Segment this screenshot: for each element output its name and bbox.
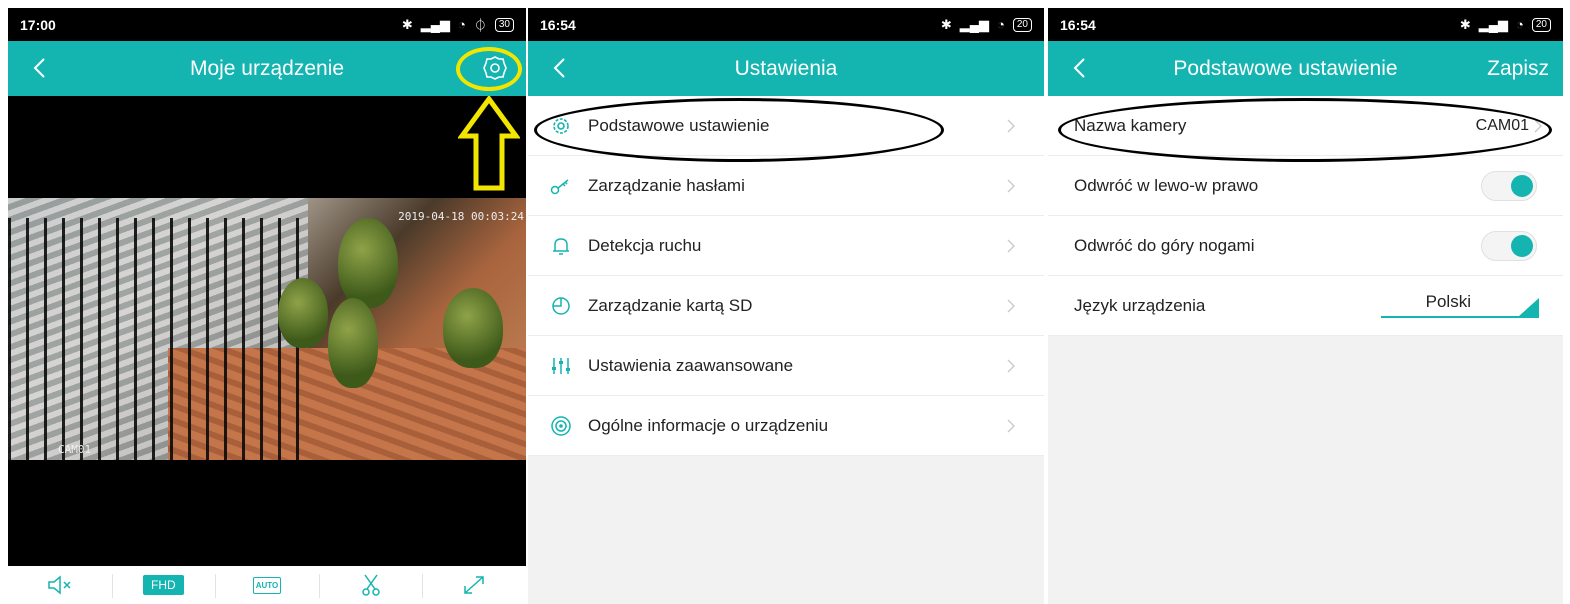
player-controls: FHD AUTO [8, 566, 526, 604]
status-bar: 16:54 ✱ ▂▄▆ ◔ 20 [1048, 8, 1563, 41]
snapshot-button[interactable] [318, 566, 423, 604]
bluetooth-icon: ✱ [940, 16, 952, 32]
auto-button[interactable]: AUTO [215, 566, 319, 604]
screen-settings: 16:54 ✱ ▂▄▆ ◔ 20 Ustawienia Podstawowe u… [528, 8, 1044, 604]
scissors-icon [361, 574, 380, 596]
chevron-right-icon [1007, 119, 1015, 133]
page-title: Moje urządzenie [189, 56, 345, 80]
info-icon [550, 415, 572, 437]
speaker-mute-icon [48, 575, 71, 595]
signal-icon: ▂▄▆ [1478, 16, 1509, 32]
wifi-icon: ◔ [1516, 17, 1524, 32]
title-bar: Moje urządzenie [8, 41, 526, 96]
quality-button[interactable]: FHD [111, 566, 216, 604]
annotation-black-ellipse [1058, 98, 1552, 162]
dropdown-triangle-icon [1519, 298, 1539, 316]
menu-item-label: Zarządzanie hasłami [588, 175, 745, 195]
back-icon[interactable] [550, 57, 572, 79]
flip-vertical-row: Odwróć do góry nogami [1048, 216, 1563, 276]
screen-basic-settings: 16:54 ✱ ▂▄▆ ◔ 20 Podstawowe ustawienie Z… [1048, 8, 1563, 604]
flip-vertical-toggle[interactable] [1481, 230, 1537, 261]
screen-device-view: 17:00 ✱ ▂▄▆ ◔ ⏀ 30 Moje urządzenie 2019-… [8, 8, 526, 604]
flip-horizontal-row: Odwróć w lewo-w prawo [1048, 156, 1563, 216]
chevron-right-icon [1007, 239, 1015, 253]
status-icons: ✱ ▂▄▆ ◔ ⏀ 30 [402, 15, 514, 34]
video-area: 2019-04-18 00:03:24 CAM01 [8, 96, 526, 566]
device-language-label: Język urządzenia [1074, 295, 1206, 315]
flip-vertical-label: Odwróć do góry nogami [1074, 235, 1255, 255]
auto-badge: AUTO [252, 576, 282, 594]
battery-icon: 20 [1531, 17, 1551, 32]
bell-icon [550, 235, 572, 257]
menu-item-advanced-settings[interactable]: Ustawienia zaawansowane [528, 336, 1044, 396]
status-time: 16:54 [1060, 16, 1096, 33]
menu-item-label: Ogólne informacje o urządzeniu [588, 415, 829, 435]
annotation-yellow-ellipse [456, 47, 522, 91]
status-time: 17:00 [20, 16, 56, 33]
key-icon [550, 175, 572, 197]
sd-card-icon [550, 295, 572, 317]
mute-button[interactable] [8, 566, 112, 604]
bluetooth-icon: ✱ [1459, 16, 1471, 32]
wifi-icon: ◔ [997, 17, 1005, 32]
save-button[interactable]: Zapisz [1487, 57, 1549, 81]
back-icon[interactable] [30, 57, 52, 79]
fullscreen-button[interactable] [422, 566, 526, 604]
language-select[interactable]: Polski [1381, 292, 1539, 318]
battery-icon: 30 [494, 17, 514, 32]
video-timestamp: 2019-04-18 00:03:24 [398, 210, 524, 223]
chevron-right-icon [1007, 299, 1015, 313]
chevron-right-icon [1007, 419, 1015, 433]
language-value: Polski [1425, 292, 1471, 311]
menu-item-label: Ustawienia zaawansowane [588, 355, 794, 375]
signal-icon: ▂▄▆ [420, 16, 450, 32]
annotation-yellow-arrow [458, 96, 520, 191]
signal-icon: ▂▄▆ [959, 16, 990, 32]
video-camera-label: CAM01 [58, 443, 92, 456]
menu-item-label: Detekcja ruchu [588, 235, 702, 255]
title-bar: Ustawienia [528, 41, 1044, 96]
page-title: Ustawienia [734, 56, 838, 80]
device-language-row: Język urządzenia Polski [1048, 276, 1563, 336]
status-icons: ✱ ▂▄▆ ◔ 20 [1460, 17, 1551, 33]
title-bar: Podstawowe ustawienie Zapisz [1048, 41, 1563, 96]
wifi-icon: ◔ [458, 17, 466, 32]
battery-icon: 20 [1012, 17, 1032, 32]
status-time: 16:54 [540, 16, 576, 33]
status-bar: 17:00 ✱ ▂▄▆ ◔ ⏀ 30 [8, 8, 526, 41]
status-bar: 16:54 ✱ ▂▄▆ ◔ 20 [528, 8, 1044, 41]
expand-icon [464, 576, 484, 594]
alarm-icon: ⏀ [473, 18, 487, 33]
menu-item-sd-card[interactable]: Zarządzanie kartą SD [528, 276, 1044, 336]
quality-badge: FHD [143, 575, 184, 595]
flip-horizontal-label: Odwróć w lewo-w prawo [1074, 175, 1259, 195]
annotation-black-ellipse [534, 98, 944, 162]
flip-horizontal-toggle[interactable] [1481, 170, 1537, 201]
menu-item-password-management[interactable]: Zarządzanie hasłami [528, 156, 1044, 216]
bluetooth-icon: ✱ [401, 16, 413, 32]
page-title: Podstawowe ustawienie [1173, 56, 1398, 80]
menu-item-motion-detection[interactable]: Detekcja ruchu [528, 216, 1044, 276]
chevron-right-icon [1007, 359, 1015, 373]
chevron-right-icon [1007, 179, 1015, 193]
sliders-icon [550, 355, 572, 377]
camera-feed: 2019-04-18 00:03:24 CAM01 [8, 198, 526, 460]
menu-item-device-info[interactable]: Ogólne informacje o urządzeniu [528, 396, 1044, 456]
status-icons: ✱ ▂▄▆ ◔ 20 [941, 17, 1032, 33]
back-icon[interactable] [1070, 57, 1092, 79]
menu-item-label: Zarządzanie kartą SD [588, 295, 753, 315]
